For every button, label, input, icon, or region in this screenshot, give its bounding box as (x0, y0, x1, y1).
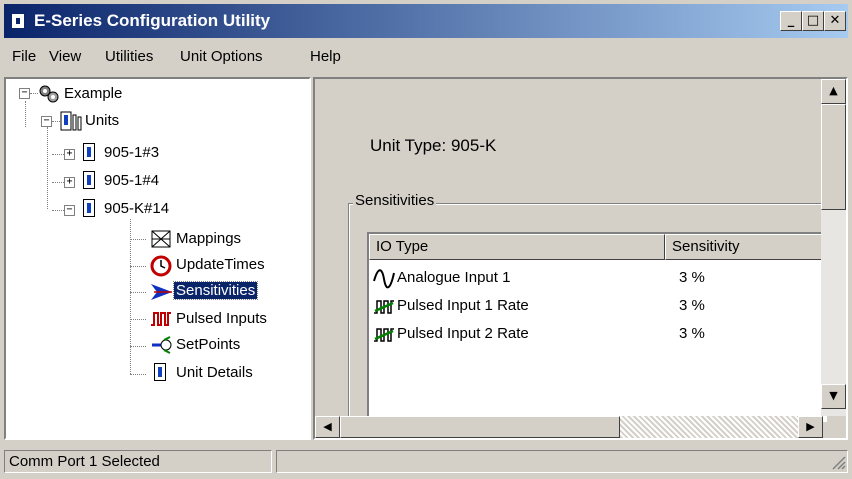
list-row[interactable]: Pulsed Input 2 Rate 3 % (369, 322, 825, 346)
status-bar: Comm Port 1 Selected (4, 448, 848, 475)
horizontal-scroll-thumb[interactable] (340, 416, 620, 438)
menu-view[interactable]: View (49, 48, 81, 65)
row-io-type: Pulsed Input 1 Rate (397, 297, 529, 314)
gears-icon (39, 85, 59, 103)
scroll-right-button[interactable]: ▶ (798, 416, 823, 438)
menu-bar: File View Utilities Unit Options Help (4, 40, 848, 70)
scroll-left-button[interactable]: ◀ (315, 416, 340, 438)
tree-line (52, 121, 60, 122)
collapse-toggle[interactable]: − (41, 116, 52, 127)
resize-grip-icon[interactable] (830, 454, 846, 470)
row-sensitivity: 3 % (679, 297, 705, 314)
tree-line (52, 154, 64, 155)
tree-unit-905-1-4[interactable]: 905-1#4 (104, 172, 159, 189)
column-header-io-type[interactable]: IO Type (369, 234, 665, 260)
tree-item-sensitivities[interactable]: Sensitivities (172, 281, 259, 300)
tree-item-mappings[interactable]: Mappings (176, 230, 241, 247)
status-panel (276, 450, 848, 473)
menu-help[interactable]: Help (310, 48, 341, 65)
row-io-type: Pulsed Input 2 Rate (397, 325, 529, 342)
tree-line (47, 127, 48, 209)
tree-item-updatetimes[interactable]: UpdateTimes (176, 256, 265, 273)
tree-view[interactable]: − Example − Units + 905-1#3 + 905-1#4 − … (4, 77, 311, 440)
tree-line (130, 374, 146, 375)
unit-icon (83, 199, 95, 217)
scroll-down-button[interactable]: ▼ (821, 384, 846, 409)
tree-line (130, 219, 131, 374)
scroll-up-button[interactable]: ▲ (821, 79, 846, 104)
app-icon (11, 13, 25, 29)
clock-icon (150, 255, 172, 277)
tree-item-setpoints[interactable]: SetPoints (176, 336, 240, 353)
tree-line (52, 210, 64, 211)
tree-item-pulsed-inputs[interactable]: Pulsed Inputs (176, 310, 267, 327)
list-row[interactable]: Analogue Input 1 3 % (369, 266, 825, 290)
unit-details-icon (154, 363, 166, 381)
tree-line (130, 239, 146, 240)
collapse-toggle[interactable]: − (64, 205, 75, 216)
status-message: Comm Port 1 Selected (4, 450, 272, 473)
sensitivity-arrow-icon (151, 284, 172, 300)
groupbox-label: Sensitivities (353, 192, 437, 209)
row-io-type: Analogue Input 1 (397, 269, 511, 286)
list-row[interactable]: Pulsed Input 1 Rate 3 % (369, 294, 825, 318)
unit-type-label: Unit Type: 905-K (370, 136, 497, 155)
expand-toggle[interactable]: + (64, 149, 75, 160)
unit-icon (83, 171, 95, 189)
tree-line (130, 266, 146, 267)
minimize-button[interactable]: _ (780, 11, 802, 31)
tree-line (25, 101, 26, 127)
detail-pane: Unit Type: 905-K Sensitivities IO Type S… (313, 77, 848, 440)
menu-unit-options[interactable]: Unit Options (180, 48, 263, 65)
mappings-icon (151, 230, 171, 248)
setpoints-icon (152, 336, 172, 354)
unit-icon (83, 143, 95, 161)
tree-line (130, 292, 146, 293)
row-sensitivity: 3 % (679, 269, 705, 286)
pulse-icon (374, 300, 394, 314)
title-bar[interactable]: E-Series Configuration Utility _ □ ✕ (4, 4, 848, 38)
tree-unit-905-1-3[interactable]: 905-1#3 (104, 144, 159, 161)
sensitivity-list[interactable]: IO Type Sensitivity Analogue Input 1 3 %… (367, 232, 827, 422)
close-button[interactable]: ✕ (824, 11, 846, 31)
tree-line (30, 93, 38, 94)
horizontal-scrollbar[interactable]: ◀ ▶ (315, 416, 823, 438)
units-icon (60, 111, 82, 131)
maximize-button[interactable]: □ (802, 11, 824, 31)
pulse-icon (151, 312, 171, 326)
vertical-scrollbar[interactable]: ▲ ▼ (821, 79, 846, 416)
collapse-toggle[interactable]: − (19, 88, 30, 99)
tree-line (52, 182, 64, 183)
pulse-icon (374, 328, 394, 342)
row-sensitivity: 3 % (679, 325, 705, 342)
tree-line (130, 346, 146, 347)
tree-item-unit-details[interactable]: Unit Details (176, 364, 253, 381)
column-header-sensitivity[interactable]: Sensitivity (665, 234, 825, 260)
vertical-scroll-thumb[interactable] (821, 104, 846, 210)
tree-units-label[interactable]: Units (85, 112, 119, 129)
menu-utilities[interactable]: Utilities (105, 48, 153, 65)
app-window: E-Series Configuration Utility _ □ ✕ Fil… (0, 0, 852, 479)
analogue-wave-icon (373, 269, 395, 289)
window-title: E-Series Configuration Utility (34, 11, 271, 30)
tree-unit-905-k-14[interactable]: 905-K#14 (104, 200, 169, 217)
tree-line (130, 319, 146, 320)
menu-file[interactable]: File (12, 48, 36, 65)
expand-toggle[interactable]: + (64, 177, 75, 188)
tree-root-label[interactable]: Example (64, 85, 122, 102)
